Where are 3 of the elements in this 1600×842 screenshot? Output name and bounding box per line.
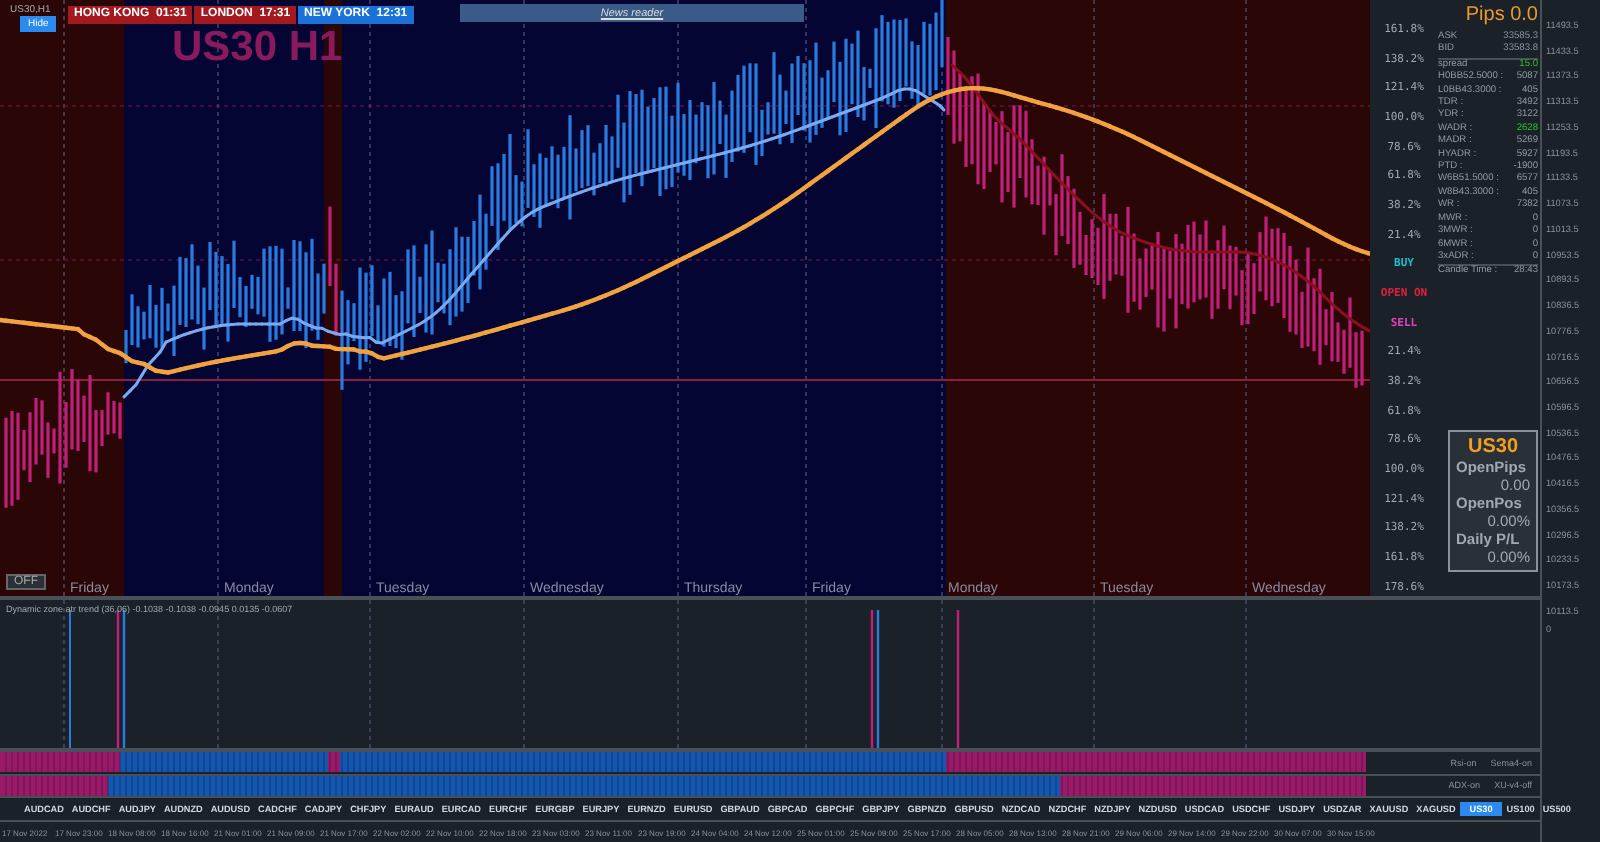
pips-readout: Pips 0.0	[1463, 4, 1538, 26]
chart-title: US30 H1	[172, 24, 343, 72]
card-symbol: US30	[1465, 436, 1520, 458]
